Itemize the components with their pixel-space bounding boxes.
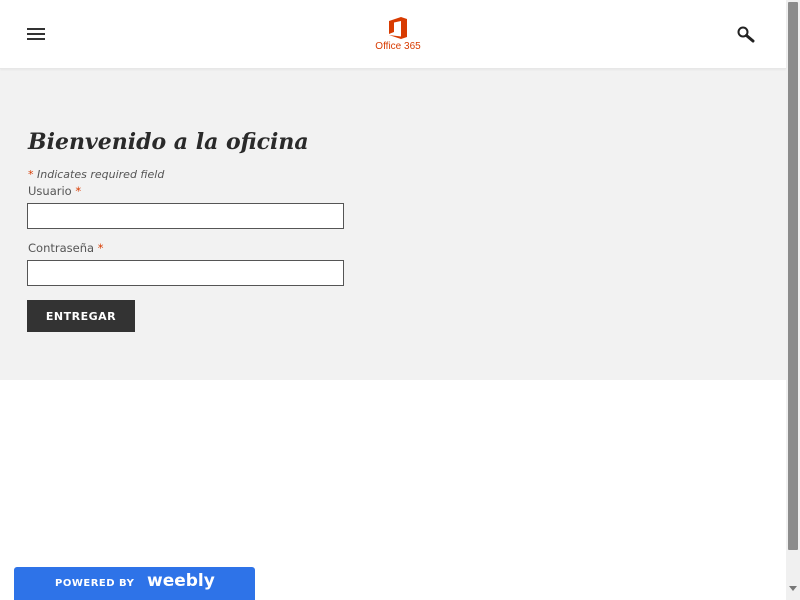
- powered-by-weebly-badge[interactable]: POWERED BY weebly: [14, 567, 255, 600]
- office-365-logo[interactable]: Office 365: [372, 16, 424, 56]
- password-label: Contraseña *: [28, 241, 103, 255]
- logo-text: Office 365: [375, 41, 421, 52]
- weebly-logo-text: weebly: [147, 571, 215, 591]
- hamburger-menu-icon[interactable]: [27, 28, 45, 40]
- search-icon[interactable]: [736, 25, 756, 45]
- page: Office 365 Bienvenido a la oficina * Ind…: [0, 0, 800, 600]
- powered-by-text: POWERED BY: [55, 578, 135, 589]
- vertical-scrollbar[interactable]: [786, 0, 800, 600]
- required-marker: *: [75, 184, 82, 198]
- scroll-down-arrow-icon[interactable]: [789, 586, 797, 591]
- password-label-text: Contraseña: [28, 241, 95, 255]
- required-marker: *: [97, 241, 104, 255]
- login-section: Bienvenido a la oficina * Indicates requ…: [0, 69, 786, 380]
- submit-button[interactable]: ENTREGAR: [27, 300, 135, 332]
- username-label: Usuario *: [28, 184, 81, 198]
- office-logo-icon: [389, 17, 407, 39]
- required-field-note: * Indicates required field: [28, 168, 164, 181]
- site-header: Office 365: [0, 0, 786, 69]
- required-marker: *: [28, 168, 34, 181]
- username-label-text: Usuario: [28, 184, 72, 198]
- username-input[interactable]: [27, 203, 344, 229]
- scrollbar-thumb[interactable]: [788, 2, 798, 550]
- page-title: Bienvenido a la oficina: [28, 129, 309, 155]
- required-note-text: Indicates required field: [37, 168, 165, 181]
- password-input[interactable]: [27, 260, 344, 286]
